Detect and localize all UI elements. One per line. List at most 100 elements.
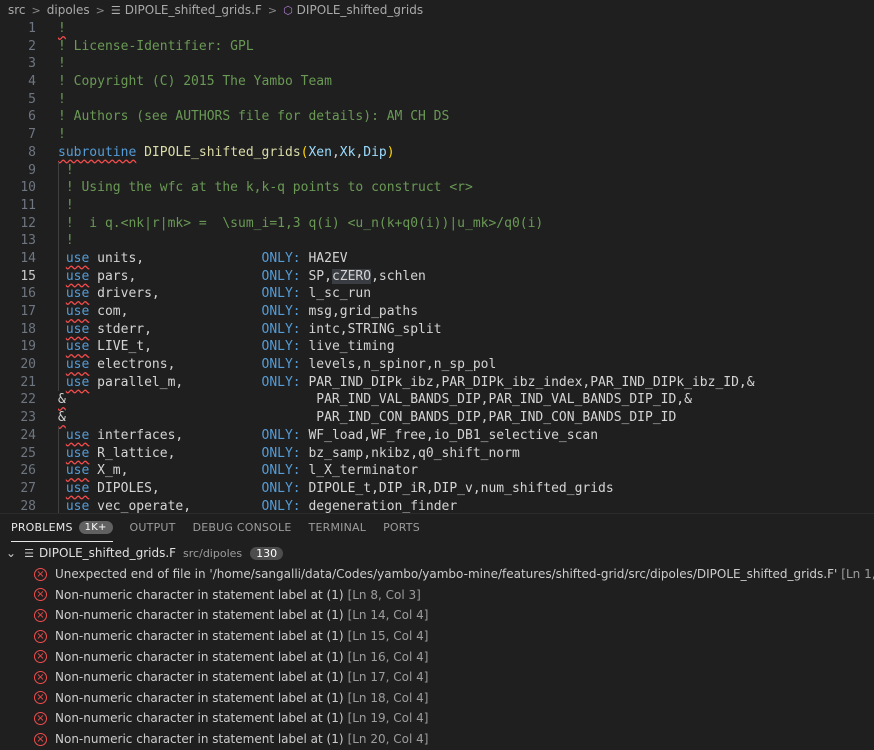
code-line[interactable]: 9 ! bbox=[0, 161, 874, 180]
breadcrumb-file[interactable]: DIPOLE_shifted_grids.F bbox=[125, 3, 262, 17]
problem-item[interactable]: × Non-numeric character in statement labe… bbox=[0, 585, 874, 606]
code-line[interactable]: 12 ! i q.<nk|r|mk> = \sum_i=1,3 q(i) <u_… bbox=[0, 214, 874, 233]
tab-debug-console[interactable]: DEBUG CONSOLE bbox=[193, 514, 292, 542]
code-token: & bbox=[58, 410, 66, 426]
code-line[interactable]: 15 use pars, ONLY: SP,cZERO,schlen bbox=[0, 267, 874, 286]
code-line[interactable]: 14 use units, ONLY: HA2EV bbox=[0, 249, 874, 268]
panel-tabs: PROBLEMS 1K+ OUTPUT DEBUG CONSOLE TERMINAL PO… bbox=[0, 513, 874, 542]
code-line[interactable]: 1! bbox=[0, 20, 874, 38]
code-token: stderr, bbox=[89, 321, 262, 337]
code-token: ! bbox=[58, 162, 74, 178]
line-number: 6 bbox=[28, 109, 36, 125]
problem-item[interactable]: × Unexpected end of file in '/home/sangal… bbox=[0, 564, 874, 585]
code-token: use bbox=[65, 321, 90, 337]
code-line[interactable]: 6 ! Authors (see AUTHORS file for details… bbox=[0, 108, 874, 126]
code-line[interactable]: 10 ! Using the wfc at the k,k-q points t… bbox=[0, 179, 874, 197]
code-token: Dip bbox=[363, 144, 387, 160]
code-text: use LIVE_t, ONLY: live_timing bbox=[58, 338, 395, 356]
code-line[interactable]: 21 use parallel_m, ONLY: PAR_IND_DIPk_ib… bbox=[0, 373, 874, 392]
code-text: use X_m, ONLY: l_X_terminator bbox=[58, 462, 418, 480]
breadcrumb-dipoles[interactable]: dipoles bbox=[47, 3, 90, 17]
problem-item[interactable]: × Non-numeric character in statement labe… bbox=[0, 667, 874, 688]
code-token: drivers, bbox=[89, 286, 262, 302]
code-line[interactable]: 27 use DIPOLES, ONLY: DIPOLE_t,DIP_iR,DI… bbox=[0, 479, 874, 498]
code-token: ONLY: bbox=[261, 268, 301, 284]
code-token: PAR_IND_VAL_BANDS_DIP,PAR_IND_VAL_BANDS_… bbox=[65, 392, 692, 408]
tab-terminal[interactable]: TERMINAL bbox=[309, 514, 367, 542]
problem-item[interactable]: × Non-numeric character in statement labe… bbox=[0, 729, 874, 750]
code-line[interactable]: 20 use electrons, ONLY: levels,n_spinor,… bbox=[0, 356, 874, 374]
problem-file-row[interactable]: ⌄ ☰ DIPOLE_shifted_grids.F src/dipoles 1… bbox=[0, 542, 874, 564]
code-line[interactable]: 4 ! Copyright (C) 2015 The Yambo Team bbox=[0, 73, 874, 91]
problem-item[interactable]: × Non-numeric character in statement labe… bbox=[0, 688, 874, 709]
code-line[interactable]: 11 ! bbox=[0, 196, 874, 215]
code-token: ! bbox=[58, 127, 66, 143]
line-number: 16 bbox=[20, 286, 36, 302]
code-text: use DIPOLES, ONLY: DIPOLE_t,DIP_iR,DIP_v… bbox=[58, 480, 614, 498]
breadcrumb-symbol[interactable]: DIPOLE_shifted_grids bbox=[297, 3, 423, 17]
code-line[interactable]: 5! bbox=[0, 91, 874, 109]
code-line[interactable]: 19 use LIVE_t, ONLY: live_timing bbox=[0, 338, 874, 357]
problem-message: Non-numeric character in statement label… bbox=[55, 649, 344, 664]
problem-item[interactable]: × Non-numeric character in statement labe… bbox=[0, 708, 874, 729]
breadcrumb-src[interactable]: src bbox=[8, 3, 26, 17]
tab-ports[interactable]: PORTS bbox=[383, 514, 420, 542]
line-number: 20 bbox=[20, 357, 36, 373]
tab-problems[interactable]: PROBLEMS 1K+ bbox=[11, 514, 113, 542]
line-number: 9 bbox=[28, 162, 36, 178]
code-token: ONLY: bbox=[261, 463, 301, 479]
tab-label: OUTPUT bbox=[129, 521, 176, 534]
code-line[interactable]: 17 use com, ONLY: msg,grid_paths bbox=[0, 303, 874, 321]
code-text: ! Authors (see AUTHORS file for details)… bbox=[58, 108, 449, 126]
problem-location: [Ln 16, Col 4] bbox=[347, 649, 429, 664]
line-number: 5 bbox=[28, 91, 36, 107]
code-token: HA2EV bbox=[300, 250, 348, 266]
code-token: use bbox=[65, 304, 90, 319]
code-line[interactable]: 18 use stderr, ONLY: intc,STRING_split bbox=[0, 320, 874, 339]
code-token: use bbox=[65, 498, 90, 513]
problem-item[interactable]: × Non-numeric character in statement labe… bbox=[0, 626, 874, 647]
chevron-down-icon[interactable]: ⌄ bbox=[6, 546, 16, 560]
code-token: & bbox=[58, 392, 66, 408]
tab-output[interactable]: OUTPUT bbox=[130, 514, 176, 542]
problem-message: Unexpected end of file in '/home/sangall… bbox=[55, 567, 838, 582]
cube-icon: ⬡ bbox=[283, 3, 293, 17]
code-editor[interactable]: 1! 2! License-Identifier: GPL 3! 4! Copyrig… bbox=[0, 20, 874, 513]
code-text: & PAR_IND_VAL_BANDS_DIP,PAR_IND_VAL_BAND… bbox=[58, 391, 692, 409]
code-token: parallel_m, bbox=[89, 374, 262, 390]
code-line[interactable]: 3! bbox=[0, 55, 874, 73]
error-icon: × bbox=[34, 608, 47, 622]
code-line[interactable]: 26 use X_m, ONLY: l_X_terminator bbox=[0, 462, 874, 480]
code-line[interactable]: 25 use R_lattice, ONLY: bz_samp,nkibz,q0… bbox=[0, 444, 874, 463]
line-number: 2 bbox=[28, 38, 36, 54]
code-token: pars, bbox=[89, 268, 262, 284]
line-number: 15 bbox=[20, 268, 36, 284]
error-icon: × bbox=[34, 732, 47, 746]
line-number: 11 bbox=[20, 197, 36, 213]
code-line[interactable]: 23 & PAR_IND_CON_BANDS_DIP,PAR_IND_CON_BA… bbox=[0, 409, 874, 427]
problem-rows: × Unexpected end of file in '/home/sangal… bbox=[0, 564, 874, 749]
code-line[interactable]: 2 ! License-Identifier: GPL bbox=[0, 38, 874, 56]
code-line[interactable]: 28 use vec_operate, ONLY: degeneration_f… bbox=[0, 497, 874, 513]
code-line[interactable]: 22 & PAR_IND_VAL_BANDS_DIP,PAR_IND_VAL_BA… bbox=[0, 391, 874, 409]
code-token: WF_load,WF_free,io_DB1_selective_scan bbox=[300, 427, 599, 443]
problem-item[interactable]: × Non-numeric character in statement labe… bbox=[0, 646, 874, 667]
tab-label: PORTS bbox=[383, 521, 420, 534]
code-token: intc,STRING_split bbox=[300, 321, 442, 337]
code-line[interactable]: 16 use drivers, ONLY: l_sc_run bbox=[0, 285, 874, 303]
code-line[interactable]: 7! bbox=[0, 126, 874, 144]
chevron-right-icon: > bbox=[95, 3, 105, 17]
code-line[interactable]: 24 use interfaces, ONLY: WF_load,WF_free… bbox=[0, 426, 874, 445]
code-token: levels,n_spinor,n_sp_pol bbox=[300, 357, 497, 373]
problem-item[interactable]: × Non-numeric character in statement labe… bbox=[0, 605, 874, 626]
code-line[interactable]: 13 ! bbox=[0, 232, 874, 250]
code-text: subroutine DIPOLE_shifted_grids(Xen,Xk,D… bbox=[58, 144, 395, 162]
code-token: ! bbox=[58, 56, 66, 72]
code-token: interfaces, bbox=[89, 427, 262, 443]
code-line[interactable]: 8 subroutine DIPOLE_shifted_grids(Xen,Xk,… bbox=[0, 144, 874, 162]
code-token: use bbox=[65, 445, 90, 461]
